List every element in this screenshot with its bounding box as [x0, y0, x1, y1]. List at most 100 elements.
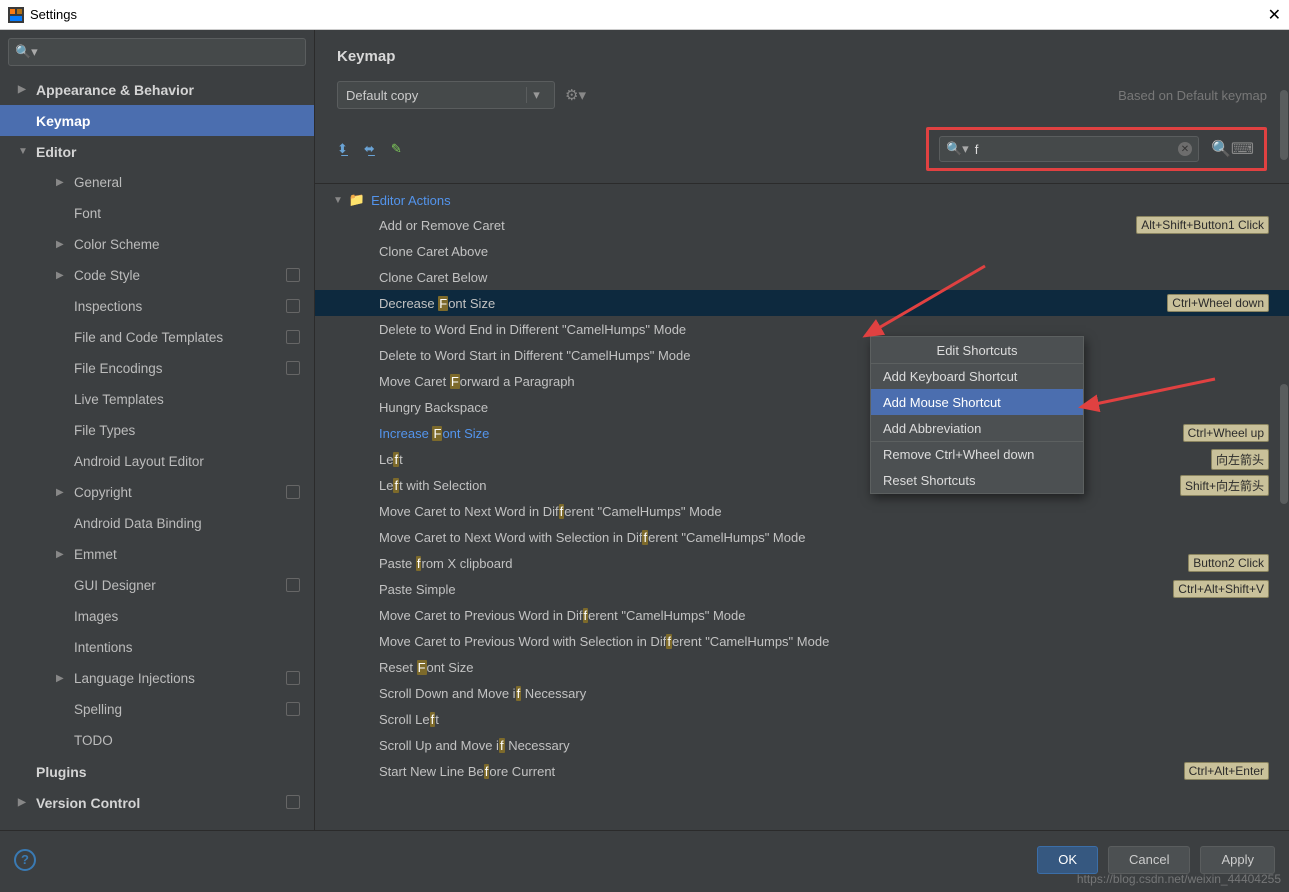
keymap-scheme-select[interactable]: Default copy ▾ [337, 81, 555, 109]
action-row[interactable]: Clone Caret Below [315, 264, 1289, 290]
sidebar-item-label: Intentions [74, 640, 133, 655]
chevron-down-icon: ▾ [526, 87, 546, 103]
action-row[interactable]: Scroll Down and Move if Necessary [315, 680, 1289, 706]
action-search-input[interactable]: 🔍▾ f ✕ [939, 136, 1199, 162]
sidebar-item-todo[interactable]: TODO [0, 725, 314, 756]
sidebar-item-spelling[interactable]: Spelling [0, 694, 314, 725]
action-row[interactable]: Paste from X clipboard Button2 Click [315, 550, 1289, 576]
action-row[interactable]: Move Caret to Previous Word in Different… [315, 602, 1289, 628]
sidebar-item-plugins[interactable]: Plugins [0, 756, 314, 787]
collapse-all-icon[interactable]: ⬌̲ [364, 141, 375, 157]
sidebar-item-label: Language Injections [74, 671, 195, 686]
scope-badge-icon [286, 485, 300, 499]
help-icon[interactable]: ? [14, 849, 36, 871]
action-row[interactable]: Clone Caret Above [315, 238, 1289, 264]
sidebar-item-version-control[interactable]: Version Control [0, 787, 314, 818]
edit-icon[interactable]: ✎ [391, 141, 402, 157]
sidebar-item-font[interactable]: Font [0, 198, 314, 229]
sidebar-item-general[interactable]: General [0, 167, 314, 198]
sidebar-item-gui-designer[interactable]: GUI Designer [0, 570, 314, 601]
action-row[interactable]: Start New Line Before CurrentCtrl+Alt+En… [315, 758, 1289, 784]
action-row[interactable]: Move Caret to Next Word in Different "Ca… [315, 498, 1289, 524]
action-row[interactable]: Delete to Word Start in Different "Camel… [315, 342, 1289, 368]
gear-icon[interactable]: ⚙▾ [565, 86, 586, 104]
action-row[interactable]: Hungry Backspace [315, 394, 1289, 420]
group-editor-actions[interactable]: ▼ 📁 Editor Actions [315, 188, 1289, 212]
search-icon: 🔍▾ [946, 141, 969, 157]
sidebar-item-intentions[interactable]: Intentions [0, 632, 314, 663]
action-row[interactable]: Move Caret Forward a Paragraph [315, 368, 1289, 394]
scheme-value: Default copy [346, 88, 418, 103]
sidebar-item-keymap[interactable]: Keymap [0, 105, 314, 136]
group-label: Editor Actions [371, 193, 451, 208]
sidebar-item-label: GUI Designer [74, 578, 156, 593]
sidebar-item-android-data-binding[interactable]: Android Data Binding [0, 508, 314, 539]
menu-item-reset-shortcuts[interactable]: Reset Shortcuts [871, 467, 1083, 493]
sidebar-item-images[interactable]: Images [0, 601, 314, 632]
sidebar-item-emmet[interactable]: Emmet [0, 539, 314, 570]
action-name: Scroll Left [379, 712, 439, 727]
sidebar-item-language-injections[interactable]: Language Injections [0, 663, 314, 694]
action-row[interactable]: Move Caret to Previous Word with Selecti… [315, 628, 1289, 654]
sidebar-item-file-types[interactable]: File Types [0, 415, 314, 446]
sidebar-item-color-scheme[interactable]: Color Scheme [0, 229, 314, 260]
sidebar-item-android-layout-editor[interactable]: Android Layout Editor [0, 446, 314, 477]
cancel-button[interactable]: Cancel [1108, 846, 1190, 874]
menu-item-add-keyboard-shortcut[interactable]: Add Keyboard Shortcut [871, 363, 1083, 389]
action-row[interactable]: Delete to Word End in Different "CamelHu… [315, 316, 1289, 342]
sidebar-item-label: Code Style [74, 268, 140, 283]
menu-item-add-mouse-shortcut[interactable]: Add Mouse Shortcut [871, 389, 1083, 415]
caret-icon [56, 177, 66, 188]
settings-tree: Appearance & Behavior Keymap Editor General… [0, 74, 314, 830]
scope-badge-icon [286, 299, 300, 313]
sidebar-item-label: Version Control [36, 795, 140, 811]
page-title: Keymap [337, 48, 1267, 65]
menu-item-add-abbreviation[interactable]: Add Abbreviation [871, 415, 1083, 441]
sidebar-item-copyright[interactable]: Copyright [0, 477, 314, 508]
action-row[interactable]: Decrease Font SizeCtrl+Wheel down [315, 290, 1289, 316]
action-name: Increase Font Size [379, 426, 489, 441]
sidebar-item-live-templates[interactable]: Live Templates [0, 384, 314, 415]
shortcut-chip: Ctrl+Wheel up [1183, 424, 1269, 442]
action-row[interactable]: Reset Font Size [315, 654, 1289, 680]
clear-icon[interactable]: ✕ [1178, 142, 1192, 156]
shortcut-chip: Button2 Click [1188, 554, 1269, 572]
sidebar-item-file-and-code-templates[interactable]: File and Code Templates [0, 322, 314, 353]
search-icon: 🔍▾ [15, 44, 38, 60]
ok-button[interactable]: OK [1037, 846, 1098, 874]
action-row[interactable]: Increase Font Size Ctrl+Wheel up [315, 420, 1289, 446]
sidebar-item-code-style[interactable]: Code Style [0, 260, 314, 291]
sidebar-item-editor[interactable]: Editor [0, 136, 314, 167]
action-name: Paste from X clipboard [379, 556, 513, 571]
action-row[interactable]: Scroll Up and Move if Necessary [315, 732, 1289, 758]
sidebar-item-inspections[interactable]: Inspections [0, 291, 314, 322]
menu-item-edit-shortcuts[interactable]: Edit Shortcuts [871, 337, 1083, 363]
caret-icon [18, 797, 28, 808]
action-row[interactable]: Scroll Left [315, 706, 1289, 732]
sidebar-item-label: Keymap [36, 113, 90, 129]
scope-badge-icon [286, 361, 300, 375]
action-row[interactable]: Left with SelectionShift+向左箭头 [315, 472, 1289, 498]
action-name: Left with Selection [379, 478, 487, 493]
action-row[interactable]: Move Caret to Next Word with Selection i… [315, 524, 1289, 550]
sidebar-item-file-encodings[interactable]: File Encodings [0, 353, 314, 384]
shortcut-chip: Ctrl+Alt+Shift+V [1173, 580, 1269, 598]
action-name: Move Caret to Next Word with Selection i… [379, 530, 805, 545]
close-icon[interactable]: ✕ [1268, 5, 1281, 25]
settings-search-input[interactable]: 🔍▾ [8, 38, 306, 66]
find-by-shortcut-icon[interactable]: 🔍⌨ [1211, 139, 1254, 159]
app-icon [8, 7, 24, 23]
menu-item-remove-ctrl-wheel-down[interactable]: Remove Ctrl+Wheel down [871, 441, 1083, 467]
action-name: Move Caret Forward a Paragraph [379, 374, 575, 389]
action-row[interactable]: Paste SimpleCtrl+Alt+Shift+V [315, 576, 1289, 602]
apply-button[interactable]: Apply [1200, 846, 1275, 874]
expand-all-icon[interactable]: ⬍̲ [337, 141, 348, 157]
sidebar-item-label: General [74, 175, 122, 190]
action-row[interactable]: Add or Remove CaretAlt+Shift+Button1 Cli… [315, 212, 1289, 238]
action-row[interactable]: Left向左箭头 [315, 446, 1289, 472]
window-titlebar: Settings ✕ [0, 0, 1289, 30]
content-panel: Keymap Default copy ▾ ⚙▾ Based on Defaul… [315, 30, 1289, 830]
scope-badge-icon [286, 578, 300, 592]
sidebar-item-appearance-behavior[interactable]: Appearance & Behavior [0, 74, 314, 105]
caret-icon [18, 146, 28, 157]
